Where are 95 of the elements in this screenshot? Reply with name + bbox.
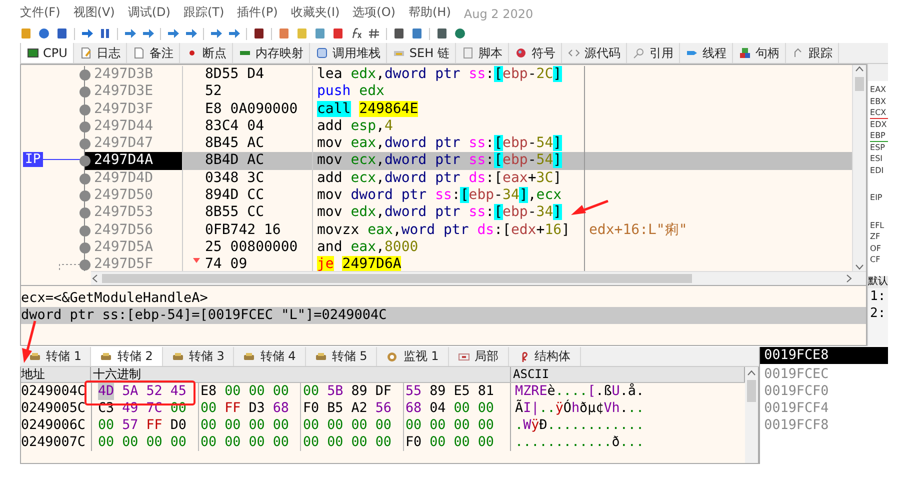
- menu-item[interactable]: 插件(P): [237, 4, 278, 24]
- address: 2497D3B: [94, 66, 154, 82]
- disassembly-row[interactable]: IP 2497D4A 8B4D AC mov ecx,dword ptr ss:[ebp-54]: [21, 152, 852, 170]
- instruction-bytes: 894D CC: [205, 187, 264, 204]
- address: 2497D3F: [94, 100, 154, 117]
- ascii-text: .WÿÐ............: [514, 417, 645, 434]
- address: 2497D44: [94, 118, 154, 134]
- register-name: EAX: [870, 85, 886, 94]
- ip-label: IP: [23, 152, 43, 168]
- register-name: ESP: [870, 142, 885, 152]
- panel-title: 默认: [868, 276, 888, 288]
- address: 2497D5F: [94, 256, 154, 271]
- menu-item[interactable]: 文件(F): [20, 4, 60, 24]
- tab[interactable]: 转储 2: [91, 347, 163, 366]
- instruction-text: mov dword ptr ss:[ebp-34],ecx: [317, 187, 562, 204]
- disassembly-row[interactable]: 2497D50 894D CC mov dword ptr ss:[ebp-34],ecx: [21, 187, 852, 204]
- instruction-text: mov edx,dword ptr ss:[ebp-34]: [317, 204, 562, 220]
- stack-address[interactable]: 0019FCF8: [760, 417, 888, 434]
- stack-address[interactable]: 0019FCF4: [760, 400, 888, 417]
- menu-item[interactable]: 调试(D): [128, 4, 170, 24]
- instruction-text: mov ecx,dword ptr ss:[ebp-54]: [317, 152, 562, 168]
- tab[interactable]: 转储 5: [306, 347, 378, 366]
- instruction-bytes: 25 00800000: [205, 238, 298, 255]
- instruction-bytes: 52: [205, 83, 222, 100]
- menu-item[interactable]: 选项(O): [352, 4, 396, 24]
- tab[interactable]: 结构体: [508, 347, 581, 366]
- ascii-text: MZREè....[.ßU.å.: [514, 383, 645, 400]
- menu-item[interactable]: 视图(V): [73, 4, 115, 24]
- build-date: Aug 2 2020: [464, 7, 534, 23]
- address: 2497D56: [94, 222, 154, 238]
- instruction-text: movzx eax,word ptr ds:[edx+16]: [317, 222, 570, 238]
- instruction-text: je 2497D6A: [317, 256, 402, 271]
- tab[interactable]: 监视 1: [377, 347, 449, 366]
- register-name: ZF: [870, 232, 880, 241]
- tab[interactable]: 转储 3: [162, 347, 234, 366]
- call-stack-entry: 2:: [869, 305, 887, 322]
- tab[interactable]: CPU: [20, 43, 74, 63]
- instruction-text: push edx: [317, 83, 384, 100]
- instruction-bytes: 83C4 04: [205, 118, 264, 134]
- instruction-text: add ecx,dword ptr ds:[eax+3C]: [317, 170, 562, 186]
- register-name: EIP: [870, 193, 882, 202]
- column-header[interactable]: 地址: [21, 367, 91, 382]
- menu-item[interactable]: 帮助(H): [408, 4, 451, 24]
- address: 2497D47: [94, 135, 154, 152]
- address: 2497D5A: [94, 238, 154, 255]
- instruction-text: call 249864E: [317, 100, 418, 117]
- comment: edx+16:L"痢": [589, 222, 688, 238]
- column-header[interactable]: 十六进制: [91, 367, 511, 382]
- stack-address[interactable]: 0019FCE8: [760, 347, 888, 364]
- tab[interactable]: 转储 4: [234, 347, 306, 366]
- ascii-text: ÃI|..ÿÓhðµ¢Vh...: [514, 400, 645, 417]
- register-name: CF: [870, 255, 880, 264]
- address: 2497D4A: [94, 152, 154, 168]
- register-name: EDX: [870, 120, 887, 128]
- instruction-text: add esp,4: [317, 118, 393, 134]
- ascii-text: ............ð...: [514, 434, 645, 451]
- address: 2497D3E: [94, 83, 154, 100]
- menu-item[interactable]: 跟踪(T): [183, 4, 224, 24]
- instruction-bytes: 8D55 D4: [205, 66, 264, 82]
- disassembly-row[interactable]: 2497D3F E8 0A090000 call 249864E: [21, 100, 852, 118]
- hex-bytes: 00 57 FF D0 00 00 00 00 00 00 00 00 00 00 00 00: [91, 417, 511, 434]
- instruction-text: mov eax,dword ptr ss:[ebp-54]: [317, 135, 562, 152]
- register-name: EBX: [870, 96, 886, 106]
- address: 2497D53: [94, 204, 154, 220]
- hex-bytes: 4D 5A 52 45 E8 00 00 00 00 5B 89 DF 55 89 E5 81: [91, 383, 511, 400]
- instruction-bytes: 8B4D AC: [205, 152, 264, 168]
- register-name: EBP: [870, 131, 886, 140]
- dump-address: 0249005C: [21, 400, 86, 417]
- dump-address: 0249007C: [21, 434, 86, 451]
- tab[interactable]: 局部: [448, 347, 509, 366]
- instruction-bytes: 8B55 CC: [205, 204, 264, 220]
- dump-address: 0249004C: [21, 383, 86, 400]
- instruction-bytes: 0348 3C: [205, 170, 264, 186]
- instruction-text: lea edx,dword ptr ss:[ebp-2C]: [317, 66, 562, 82]
- address: 2497D4D: [94, 170, 154, 186]
- register-name: ECX: [870, 108, 886, 117]
- register-name: OF: [870, 244, 881, 252]
- stack-address[interactable]: 0019FCEC: [760, 366, 888, 383]
- address: 2497D50: [94, 187, 154, 204]
- register-name: ESI: [870, 154, 883, 163]
- hex-bytes: 00 00 00 00 00 00 00 00 00 00 00 00 F0 00 00 00: [91, 434, 511, 451]
- dump-address: 0249006C: [21, 417, 86, 434]
- stack-address[interactable]: 0019FCF0: [760, 383, 888, 400]
- instruction-bytes: 74 09: [205, 256, 248, 271]
- instruction-bytes: E8 0A090000: [205, 100, 298, 117]
- disassembly-row[interactable]: 2497D56 0FB742 16 movzx eax,word ptr ds:[edx+16] edx+16:L"痢": [21, 222, 852, 239]
- call-stack-entry: 1:: [869, 288, 887, 305]
- register-name: EDI: [870, 166, 884, 174]
- menu-item[interactable]: 收藏夹(I): [290, 4, 340, 24]
- register-name: EFL: [870, 220, 884, 230]
- instruction-bytes: 0FB742 16: [205, 222, 281, 238]
- info-line: ecx=<&GetModuleHandleA>: [21, 290, 209, 307]
- instruction-bytes: 8B45 AC: [205, 135, 264, 152]
- disassembly-row[interactable]: 2497D3B 8D55 D4 lea edx,dword ptr ss:[ebp-2C]: [21, 66, 852, 84]
- instruction-text: and eax,8000: [317, 238, 418, 255]
